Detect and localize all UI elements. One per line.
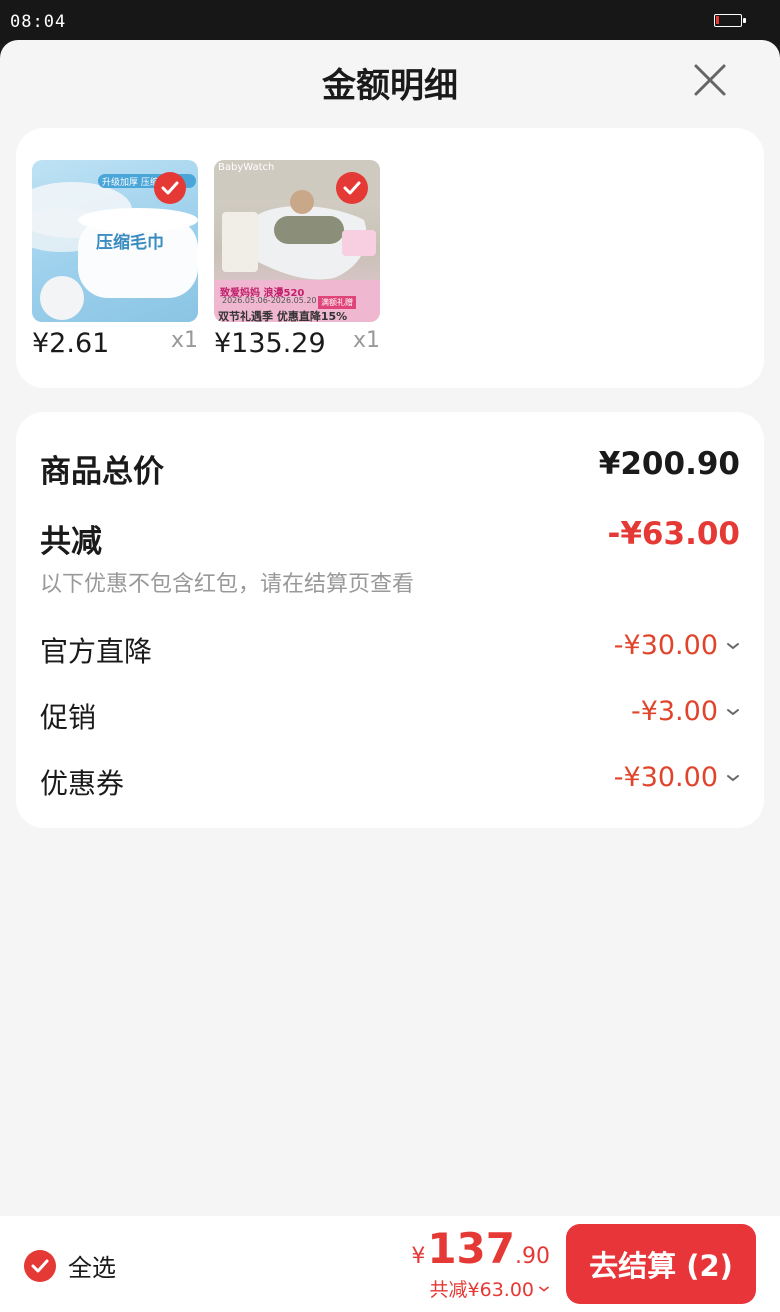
discount-value: -¥63.00 bbox=[607, 516, 741, 552]
chevron-down-icon bbox=[727, 642, 739, 649]
discount-note-row: 以下优惠不包含红包，请在结算页查看 bbox=[40, 566, 740, 597]
chevron-down-icon bbox=[727, 708, 739, 715]
currency-symbol: ¥ bbox=[411, 1244, 426, 1269]
chevron-down-icon bbox=[727, 774, 739, 781]
checkout-button[interactable]: 去结算 (2) bbox=[566, 1224, 756, 1304]
total-price-value: ¥200.90 bbox=[598, 446, 740, 482]
discount-note: 以下优惠不包含红包，请在结算页查看 bbox=[40, 572, 415, 597]
status-bar: 08:04 bbox=[0, 0, 780, 44]
status-time: 08:04 bbox=[10, 12, 67, 32]
product-item[interactable]: BabyWatch 致爱妈妈 浪漫520 满额礼赠 2026.05.06-202… bbox=[214, 160, 380, 362]
product-checkbox[interactable] bbox=[336, 172, 368, 204]
discount-item-value[interactable]: -¥30.00 bbox=[614, 762, 740, 793]
bottom-bar: 全选 ¥ 137 .90 共减¥63.00 去结算 (2) bbox=[0, 1216, 780, 1312]
amount-detail-sheet: 金额明细 升级加厚 压缩毛巾 压缩毛巾 ¥2.61 x1 BabyWatch 致… bbox=[0, 40, 780, 1312]
total-price-label: 商品总价 bbox=[40, 454, 164, 490]
chevron-down-icon bbox=[539, 1286, 549, 1292]
product-image-pillow[interactable]: BabyWatch 致爱妈妈 浪漫520 满额礼赠 2026.05.06-202… bbox=[214, 160, 380, 322]
product-qty: x1 bbox=[170, 328, 198, 353]
discount-summary[interactable]: 共减¥63.00 bbox=[411, 1275, 550, 1302]
image-caption: BabyWatch bbox=[218, 162, 275, 173]
discount-item-label: 优惠券 bbox=[40, 767, 125, 800]
product-qty: x1 bbox=[352, 328, 380, 353]
discount-item-row[interactable]: 官方直降 -¥30.00 bbox=[40, 630, 740, 670]
summary-card: 商品总价 ¥200.90 共减 -¥63.00 以下优惠不包含红包，请在结算页查… bbox=[16, 412, 764, 828]
product-image-towel[interactable]: 升级加厚 压缩毛巾 压缩毛巾 bbox=[32, 160, 198, 322]
products-card: 升级加厚 压缩毛巾 压缩毛巾 ¥2.61 x1 BabyWatch 致爱妈妈 浪… bbox=[16, 128, 764, 388]
discount-item-value[interactable]: -¥3.00 bbox=[631, 696, 740, 727]
total-amount: ¥ 137 .90 共减¥63.00 bbox=[411, 1224, 550, 1302]
discount-item-row[interactable]: 促销 -¥3.00 bbox=[40, 696, 740, 736]
discount-row: 共减 -¥63.00 bbox=[40, 516, 741, 560]
battery-icon bbox=[714, 14, 746, 27]
select-all-toggle[interactable]: 全选 bbox=[24, 1248, 116, 1283]
product-checkbox[interactable] bbox=[154, 172, 186, 204]
image-caption: 压缩毛巾 bbox=[96, 233, 164, 253]
image-banner: 双节礼遇季 优惠直降15% bbox=[218, 310, 348, 322]
close-icon[interactable] bbox=[690, 60, 730, 100]
discount-item-label: 促销 bbox=[40, 701, 97, 734]
sheet-title: 金额明细 bbox=[322, 66, 458, 106]
discount-item-label: 官方直降 bbox=[40, 635, 153, 668]
discount-item-value[interactable]: -¥30.00 bbox=[614, 630, 740, 661]
total-integer: 137 bbox=[427, 1224, 515, 1273]
discount-item-row[interactable]: 优惠券 -¥30.00 bbox=[40, 762, 740, 802]
discount-label: 共减 bbox=[40, 524, 102, 560]
total-price-row: 商品总价 ¥200.90 bbox=[40, 446, 740, 490]
image-caption: 2026.05.06-2026.05.20 bbox=[222, 296, 317, 305]
check-icon bbox=[24, 1249, 56, 1282]
product-price: ¥135.29 bbox=[214, 328, 326, 359]
total-decimal: .90 bbox=[515, 1244, 550, 1269]
product-item[interactable]: 升级加厚 压缩毛巾 压缩毛巾 ¥2.61 x1 bbox=[32, 160, 198, 362]
select-all-label: 全选 bbox=[68, 1254, 116, 1282]
product-price: ¥2.61 bbox=[32, 328, 110, 359]
